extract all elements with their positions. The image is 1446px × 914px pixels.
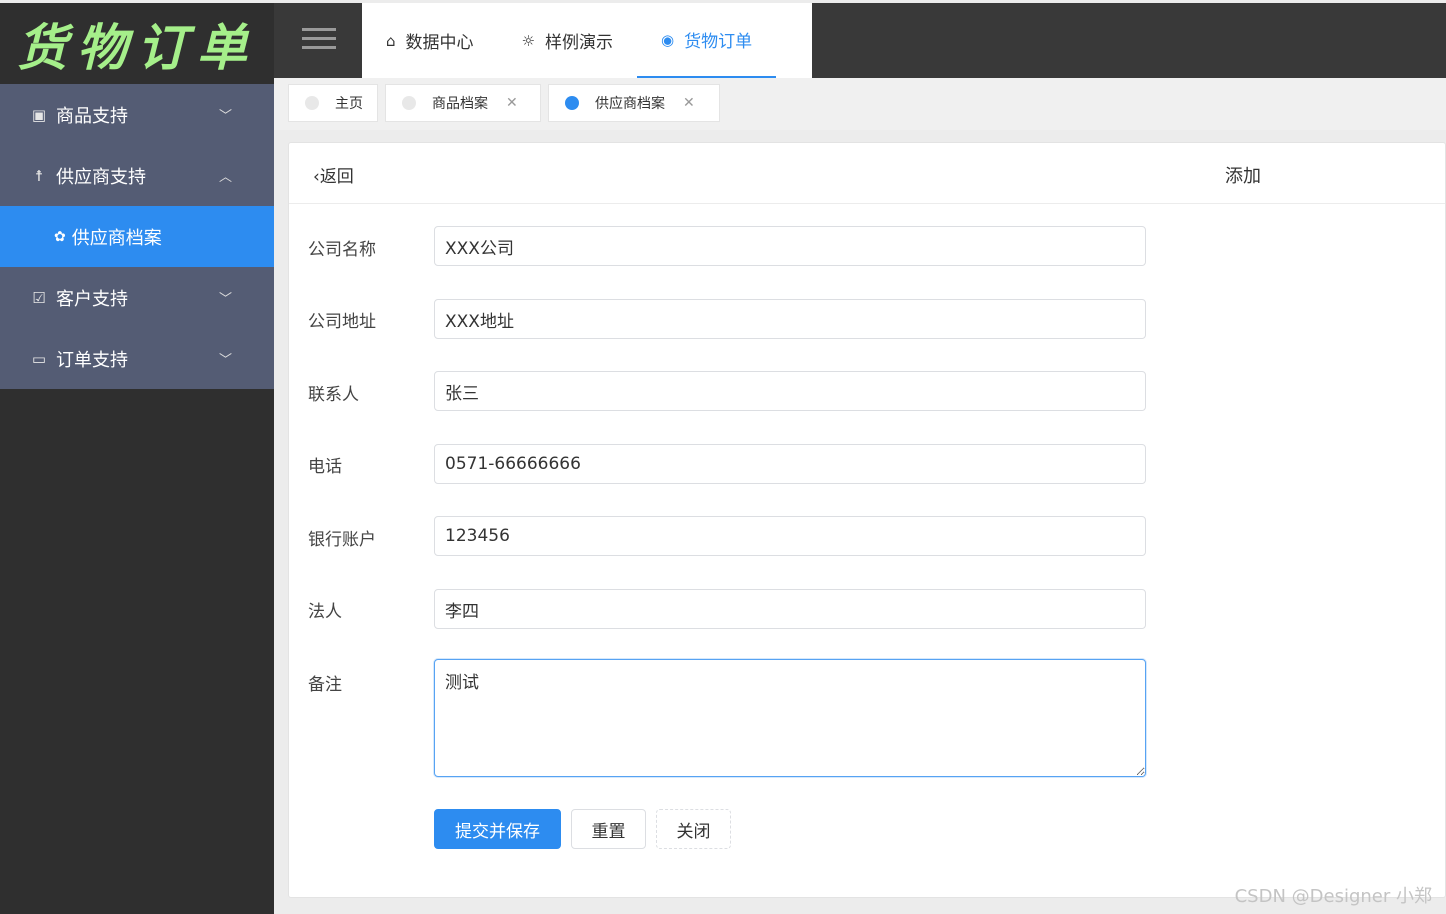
remark-textarea[interactable]: 测试 (434, 659, 1146, 777)
checkbox-icon: ☑ (32, 288, 46, 307)
top-nav: ⌂ 数据中心 ☼ 样例演示 ◉ 货物订单 (362, 3, 812, 78)
tab-dot-icon (305, 96, 319, 110)
lightbulb-icon: ☼ (521, 31, 535, 50)
sidebar: ▣ 商品支持 ﹀ ☨ 供应商支持 ︿ ✿ 供应商档案 ☑ 客户支持 ﹀ ▭ 订单… (0, 84, 274, 914)
sidebar-item-label: 订单支持 (56, 349, 128, 371)
sidebar-item-order-support[interactable]: ▭ 订单支持 ﹀ (0, 328, 274, 389)
tab-home[interactable]: 主页 (288, 84, 378, 122)
topnav-label: 数据中心 (405, 33, 474, 53)
chevron-down-icon: ﹀ (218, 353, 232, 368)
topnav-item-data-center[interactable]: ⌂ 数据中心 (362, 3, 498, 78)
reset-button[interactable]: 重置 (571, 809, 646, 849)
tab-dot-icon (402, 96, 416, 110)
field-label: 公司地址 (308, 312, 376, 332)
chevron-up-icon: ︿ (218, 170, 232, 185)
flower-icon: ✿ (54, 228, 66, 245)
sidebar-item-supplier-support[interactable]: ☨ 供应商支持 ︿ (0, 145, 274, 206)
company-address-input[interactable] (434, 299, 1146, 339)
topnav-label: 货物订单 (684, 32, 753, 52)
chevron-down-icon: ﹀ (218, 109, 232, 124)
form-card: ‹返回 添加 公司名称 公司地址 联系人 电话 银行账户 法人 备注 测试 提交… (288, 142, 1446, 898)
field-label: 电话 (308, 457, 342, 477)
close-icon[interactable]: ✕ (683, 95, 695, 111)
topnav-item-demo[interactable]: ☼ 样例演示 (498, 3, 637, 78)
tab-label: 供应商档案 (595, 96, 665, 112)
card-header: ‹返回 添加 (289, 143, 1445, 204)
sidebar-item-label: 供应商支持 (56, 166, 146, 188)
sidebar-item-label: 商品支持 (56, 105, 128, 127)
back-label: 返回 (319, 167, 354, 187)
sidebar-item-label: 客户支持 (56, 288, 128, 310)
sidebar-item-label: 供应商档案 (71, 227, 162, 249)
field-label: 联系人 (308, 385, 359, 405)
close-button[interactable]: 关闭 (656, 809, 731, 849)
field-label: 公司名称 (308, 240, 376, 260)
sidebar-item-goods-support[interactable]: ▣ 商品支持 ﹀ (0, 84, 274, 145)
submit-save-button[interactable]: 提交并保存 (434, 809, 561, 849)
sidebar-item-customer-support[interactable]: ☑ 客户支持 ﹀ (0, 267, 274, 328)
chevron-down-icon: ﹀ (218, 292, 232, 307)
bank-account-input[interactable] (434, 516, 1146, 556)
logo-text: 货物订单 (17, 17, 257, 77)
tab-label: 商品档案 (432, 96, 488, 112)
tabs-bar: 主页 商品档案 ✕ 供应商档案 ✕ (274, 78, 1446, 130)
sidebar-item-supplier-archive[interactable]: ✿ 供应商档案 (0, 206, 274, 267)
app-logo: 货物订单 (0, 3, 274, 84)
aperture-icon: ◉ (660, 30, 675, 49)
tab-dot-icon (565, 96, 579, 110)
home-icon: ⌂ (386, 31, 396, 50)
back-button[interactable]: ‹返回 (313, 162, 354, 187)
topnav-label: 样例演示 (544, 33, 613, 53)
topnav-item-orders[interactable]: ◉ 货物订单 (636, 3, 777, 78)
company-name-input[interactable] (434, 226, 1146, 266)
watermark: CSDN @Designer 小郑 (1234, 886, 1432, 907)
menu-toggle-icon[interactable] (302, 28, 336, 52)
field-label: 备注 (308, 675, 342, 695)
contact-input[interactable] (434, 371, 1146, 411)
close-icon[interactable]: ✕ (506, 95, 518, 111)
field-label: 法人 (308, 602, 342, 622)
field-label: 银行账户 (308, 530, 376, 550)
document-icon: ▣ (31, 105, 47, 124)
tab-goods-archive[interactable]: 商品档案 ✕ (385, 84, 541, 122)
person-icon: ☨ (34, 166, 44, 185)
phone-input[interactable] (434, 444, 1146, 484)
folder-icon: ▭ (31, 349, 47, 368)
tab-supplier-archive[interactable]: 供应商档案 ✕ (548, 84, 720, 122)
page-title: 添加 (1225, 166, 1261, 187)
legal-person-input[interactable] (434, 589, 1146, 629)
tab-label: 主页 (335, 96, 363, 112)
chevron-left-icon: ‹ (313, 167, 320, 187)
